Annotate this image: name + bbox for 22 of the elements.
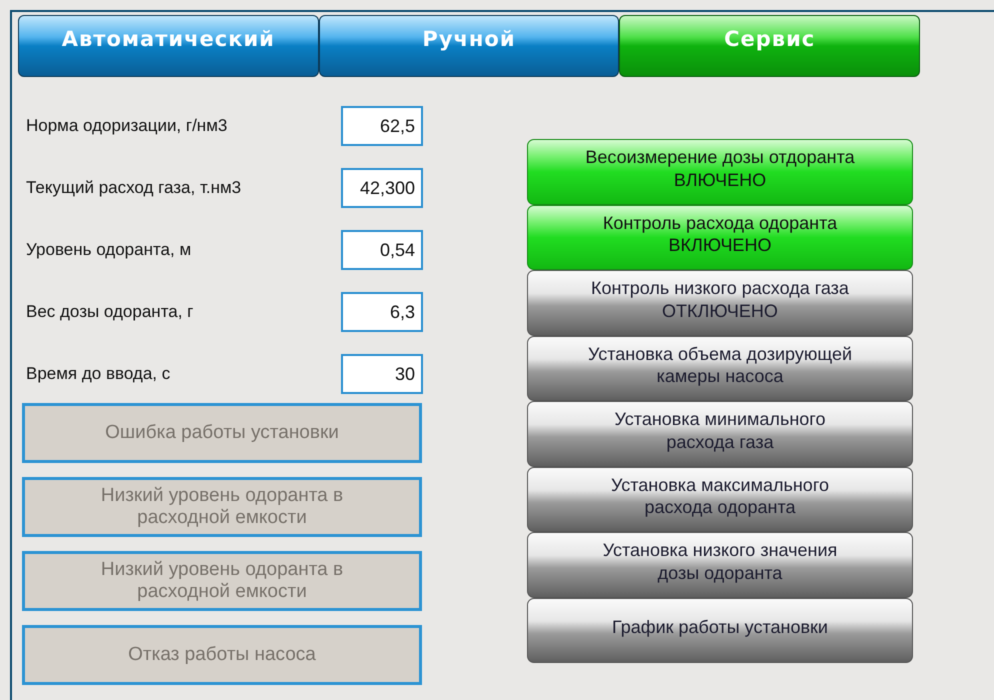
value-field[interactable]: 0,54 (341, 230, 423, 270)
service-button[interactable]: Установка минимального расхода газа (527, 401, 913, 466)
value-field[interactable]: 30 (341, 354, 423, 394)
value-field[interactable]: 62,5 (341, 106, 423, 146)
parameter-label: Время до ввода, с (26, 364, 170, 384)
value-field[interactable]: 42,300 (341, 168, 423, 208)
parameter-label: Вес дозы одоранта, г (26, 302, 194, 322)
alarm-indicator: Низкий уровень одоранта в расходной емкости (22, 477, 422, 537)
alarm-indicator: Ошибка работы установки (22, 403, 422, 463)
service-button[interactable]: Контроль расхода одоранта ВКЛЮЧЕНО (527, 204, 913, 270)
alarm-indicator: Отказ работы насоса (22, 625, 422, 685)
alarm-indicator: Низкий уровень одоранта в расходной емкости (22, 551, 422, 611)
service-button[interactable]: Установка объема дозирующей камеры насоса (527, 336, 913, 401)
parameter-label: Уровень одоранта, м (26, 240, 192, 260)
service-button[interactable]: Установка максимального расхода одоранта (527, 466, 913, 532)
service-button[interactable]: Контроль низкого расхода газа ОТКЛЮЧЕНО (527, 270, 913, 336)
value-field[interactable]: 6,3 (341, 292, 423, 332)
service-button[interactable]: Установка низкого значения дозы одоранта (527, 532, 913, 598)
service-button[interactable]: График работы установки (527, 598, 913, 663)
parameter-label: Норма одоризации, г/нм3 (26, 116, 228, 136)
service-button[interactable]: Весоизмерение дозы отдоранта ВЛЮЧЕНО (527, 139, 913, 204)
parameter-label: Текущий расход газа, т.нм3 (26, 178, 242, 198)
